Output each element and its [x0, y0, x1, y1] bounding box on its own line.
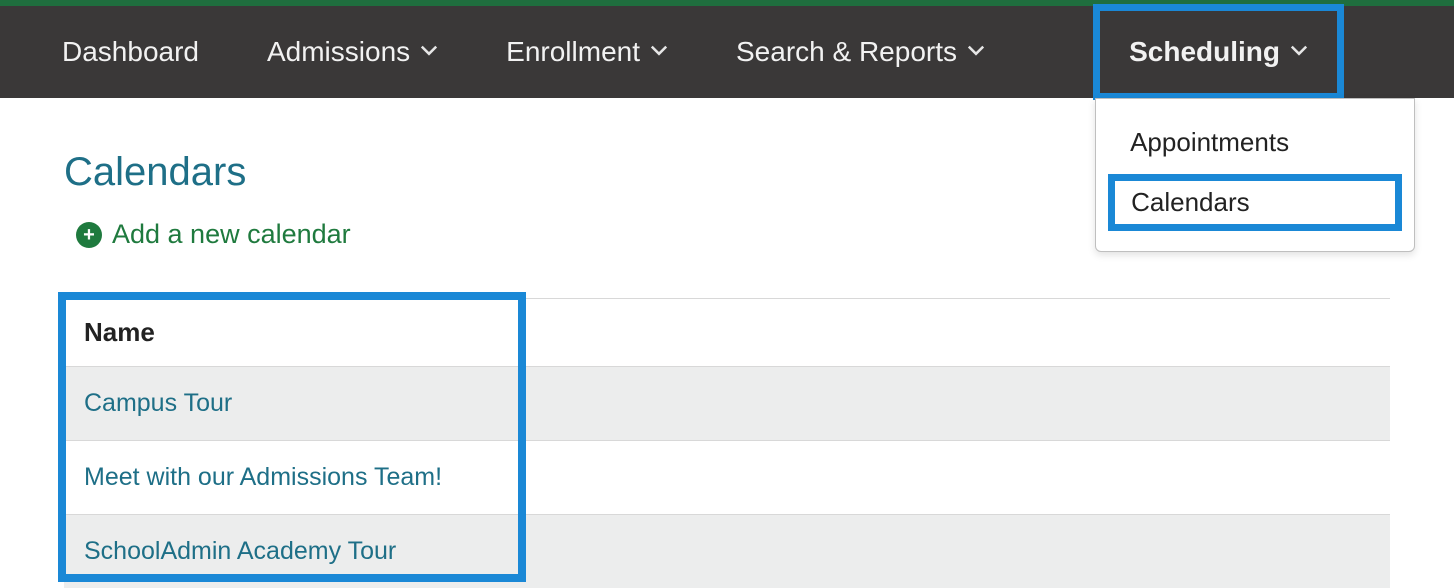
- nav-admissions[interactable]: Admissions: [233, 6, 472, 98]
- top-nav: Dashboard Admissions Enrollment Search &…: [0, 6, 1454, 98]
- dropdown-calendars[interactable]: Calendars: [1108, 174, 1402, 231]
- add-new-calendar-label: Add a new calendar: [112, 219, 351, 250]
- nav-admissions-label: Admissions: [267, 36, 410, 68]
- plus-circle-icon: +: [76, 222, 102, 248]
- scheduling-dropdown: Appointments Calendars: [1095, 98, 1415, 252]
- calendar-table: Name Campus Tour Meet with our Admission…: [64, 298, 1390, 588]
- chevron-down-icon: [967, 45, 985, 59]
- dropdown-appointments[interactable]: Appointments: [1108, 115, 1402, 170]
- nav-scheduling-label: Scheduling: [1129, 36, 1280, 68]
- nav-dashboard-label: Dashboard: [62, 36, 199, 68]
- nav-enrollment-label: Enrollment: [506, 36, 640, 68]
- chevron-down-icon: [650, 45, 668, 59]
- calendar-link[interactable]: Meet with our Admissions Team!: [84, 463, 442, 491]
- nav-search-reports[interactable]: Search & Reports: [702, 6, 1019, 98]
- table-row: SchoolAdmin Academy Tour: [64, 515, 1390, 588]
- table-row: Meet with our Admissions Team!: [64, 441, 1390, 515]
- calendar-link[interactable]: SchoolAdmin Academy Tour: [84, 537, 396, 565]
- dropdown-calendars-label: Calendars: [1131, 187, 1250, 217]
- nav-scheduling[interactable]: Scheduling: [1095, 6, 1342, 98]
- table-row: Campus Tour: [64, 367, 1390, 441]
- calendar-table-wrap: Name Campus Tour Meet with our Admission…: [64, 298, 1390, 588]
- table-header-name[interactable]: Name: [64, 299, 1390, 367]
- add-new-calendar-link[interactable]: + Add a new calendar: [76, 219, 351, 250]
- nav-enrollment[interactable]: Enrollment: [472, 6, 702, 98]
- chevron-down-icon: [1290, 45, 1308, 59]
- chevron-down-icon: [420, 45, 438, 59]
- nav-dashboard[interactable]: Dashboard: [28, 6, 233, 98]
- calendar-link[interactable]: Campus Tour: [84, 389, 232, 417]
- nav-search-reports-label: Search & Reports: [736, 36, 957, 68]
- dropdown-appointments-label: Appointments: [1130, 127, 1289, 157]
- nav-scheduling-wrap: Scheduling Appointments Calendars: [1095, 6, 1342, 98]
